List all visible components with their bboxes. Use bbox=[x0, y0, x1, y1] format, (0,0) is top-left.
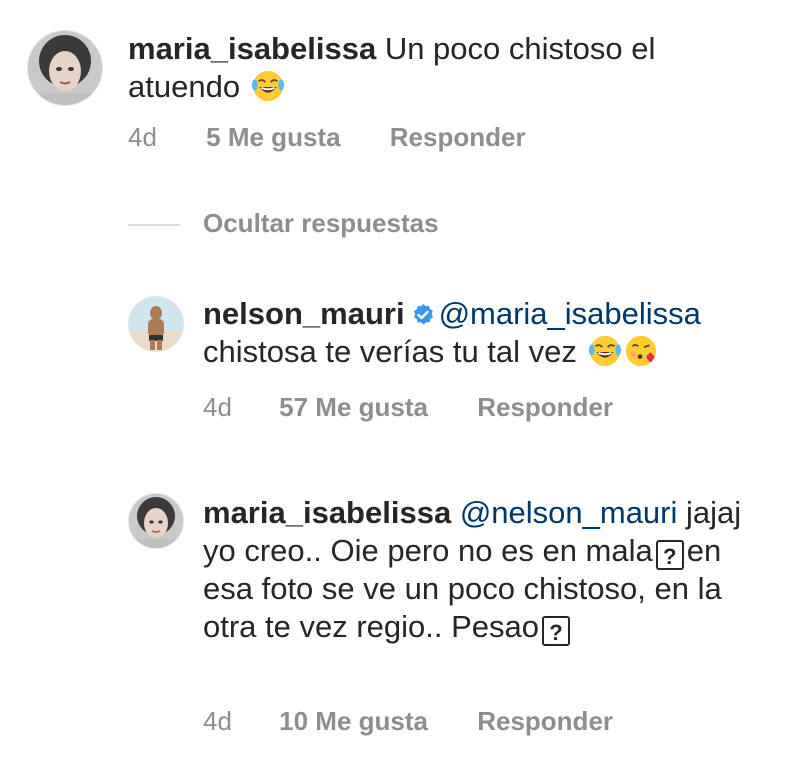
comment-time: 4d bbox=[203, 392, 232, 422]
avatar[interactable] bbox=[27, 30, 103, 106]
tears-of-joy-emoji bbox=[588, 335, 621, 367]
comment-text: chistosa te verías tu tal vez bbox=[203, 334, 577, 369]
comment-username[interactable]: maria_isabelissa bbox=[203, 495, 451, 530]
comment-time: 4d bbox=[128, 122, 157, 152]
likes-count[interactable]: 5 Me gusta bbox=[206, 122, 340, 153]
profile-photo-icon bbox=[129, 297, 183, 351]
likes-count[interactable]: 57 Me gusta bbox=[279, 392, 428, 423]
comment-username[interactable]: nelson_mauri bbox=[203, 296, 405, 331]
verified-badge-icon bbox=[413, 304, 433, 325]
unsupported-emoji-icon: ? bbox=[542, 616, 571, 646]
likes-count[interactable]: 10 Me gusta bbox=[279, 706, 428, 737]
avatar[interactable] bbox=[128, 493, 184, 549]
mention-link[interactable]: @maria_isabelissa bbox=[439, 296, 701, 331]
comment-username[interactable]: maria_isabelissa bbox=[128, 31, 376, 66]
hide-replies-divider bbox=[128, 224, 180, 226]
reply-button[interactable]: Responder bbox=[390, 122, 526, 153]
reply-button[interactable]: Responder bbox=[477, 706, 613, 737]
hide-replies-button[interactable]: Ocultar respuestas bbox=[203, 208, 439, 239]
avatar[interactable] bbox=[128, 296, 184, 352]
profile-photo-icon bbox=[129, 494, 183, 548]
tears-of-joy-emoji bbox=[251, 70, 284, 102]
unsupported-emoji-icon: ? bbox=[655, 540, 684, 570]
comment-time: 4d bbox=[203, 706, 232, 736]
mention-link[interactable]: @nelson_mauri bbox=[460, 495, 678, 530]
profile-photo-icon bbox=[28, 31, 102, 105]
face-blowing-kiss-emoji bbox=[625, 335, 656, 367]
reply-button[interactable]: Responder bbox=[477, 392, 613, 423]
